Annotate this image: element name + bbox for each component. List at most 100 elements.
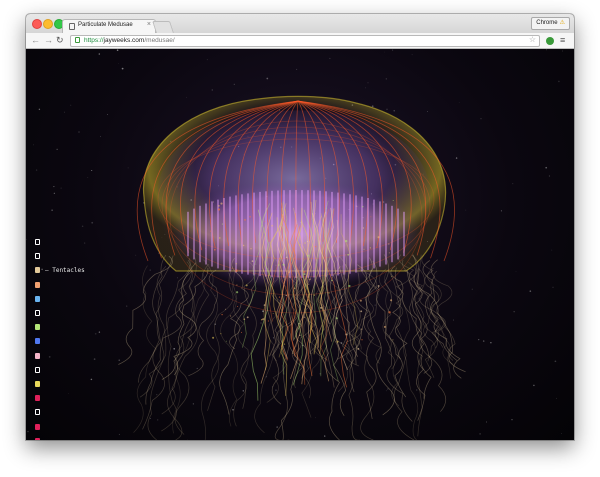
glow-particle <box>347 253 350 256</box>
glow-particle <box>307 254 309 257</box>
glow-particle <box>362 206 364 208</box>
gui-toggle[interactable] <box>35 437 40 440</box>
gui-control[interactable]: — Tentacles <box>35 266 85 274</box>
particle <box>118 433 120 435</box>
glow-particle <box>278 296 281 298</box>
particle <box>242 390 245 392</box>
glow-particle <box>283 343 286 345</box>
particle <box>346 306 348 308</box>
glow-particle <box>288 271 290 274</box>
menu-icon[interactable]: ≡ <box>560 34 565 46</box>
gui-toggle[interactable] <box>35 381 40 387</box>
particle <box>455 157 458 159</box>
particle <box>296 68 298 70</box>
particle <box>548 175 550 177</box>
glow-particle <box>348 284 351 288</box>
profile-button[interactable]: Chrome ⚠ <box>531 17 570 30</box>
particle <box>91 169 93 172</box>
particle <box>156 394 158 396</box>
gui-control[interactable] <box>35 337 40 345</box>
particle <box>511 419 513 421</box>
glow-particle <box>388 311 391 314</box>
gui-toggle[interactable] <box>35 409 40 416</box>
gui-toggle[interactable] <box>35 239 40 245</box>
particle <box>465 209 467 211</box>
close-window-button[interactable] <box>32 19 42 29</box>
gui-toggle[interactable] <box>35 310 40 316</box>
particle <box>416 389 418 391</box>
glow-particle <box>356 206 358 207</box>
glow-particle <box>319 306 323 309</box>
particle <box>533 384 535 387</box>
particle <box>367 82 369 84</box>
particle <box>371 105 374 108</box>
gui-control[interactable] <box>35 366 40 374</box>
gui-control[interactable] <box>35 281 40 289</box>
glow-particle <box>363 248 365 250</box>
glow-particle <box>209 230 212 232</box>
browser-tab[interactable]: Particulate Medusae × <box>62 19 156 34</box>
gui-control[interactable] <box>35 309 40 317</box>
gui-toggle[interactable] <box>35 395 40 402</box>
glow-particle <box>304 242 306 244</box>
tentacle <box>133 265 157 433</box>
glow-particle <box>293 287 296 290</box>
gui-toggle[interactable] <box>35 253 40 260</box>
gui-toggle[interactable] <box>35 267 40 274</box>
particle <box>211 89 214 91</box>
gui-toggle[interactable] <box>35 366 40 373</box>
jellyfish-scene <box>26 49 563 440</box>
glow-particle <box>282 263 285 266</box>
particle <box>99 135 102 138</box>
gui-control[interactable] <box>35 352 40 360</box>
gui-toggle[interactable] <box>35 338 40 345</box>
gui-toggle[interactable] <box>35 281 40 288</box>
minimize-window-button[interactable] <box>43 19 53 29</box>
particle <box>90 378 93 381</box>
glow-particle <box>390 299 393 302</box>
particle <box>84 242 86 244</box>
tab-close-icon[interactable]: × <box>147 21 151 28</box>
glow-particle <box>361 339 363 341</box>
gui-toggle[interactable] <box>35 423 40 430</box>
particle <box>558 80 560 83</box>
glow-particle <box>218 205 220 207</box>
particle <box>392 49 394 51</box>
gui-control[interactable] <box>35 380 40 388</box>
reload-icon[interactable]: ↻ <box>56 34 64 46</box>
tentacle <box>384 268 419 440</box>
back-arrow-icon[interactable]: ← <box>31 34 40 46</box>
new-tab-button[interactable] <box>152 21 174 33</box>
particle <box>393 110 395 112</box>
particle <box>98 331 101 333</box>
browser-toolbar: ← → ↻ https://jayweeks.com/medusae/ ☆ ≡ <box>26 33 574 49</box>
gui-toggle[interactable] <box>35 352 40 359</box>
url-text[interactable]: https://jayweeks.com/medusae/ <box>84 36 175 46</box>
star-icon[interactable]: ☆ <box>529 35 536 44</box>
webgl-canvas[interactable]: — Tentacles <box>26 49 574 440</box>
gui-control[interactable] <box>35 238 40 246</box>
particle <box>374 304 376 306</box>
glow-particle <box>388 252 390 254</box>
gui-control[interactable] <box>35 323 40 331</box>
glow-particle <box>212 336 215 339</box>
glow-particle <box>308 283 310 285</box>
glow-particle <box>249 215 251 218</box>
forward-arrow-icon[interactable]: → <box>44 34 53 46</box>
gui-toggle[interactable] <box>35 324 40 331</box>
extension-icon[interactable] <box>546 37 554 45</box>
gui-control[interactable] <box>35 408 40 416</box>
gui-control[interactable] <box>35 295 40 303</box>
gui-control[interactable] <box>35 423 40 431</box>
address-bar[interactable]: https://jayweeks.com/medusae/ ☆ <box>70 35 540 47</box>
particle <box>482 340 485 342</box>
gui-toggle[interactable] <box>35 295 40 302</box>
glow-particle <box>362 227 364 229</box>
tentacle <box>388 270 415 440</box>
particle <box>93 358 96 360</box>
gui-control[interactable] <box>35 437 40 440</box>
particle <box>196 367 198 369</box>
glow-particle <box>328 292 330 294</box>
gui-control[interactable] <box>35 394 40 402</box>
gui-control[interactable] <box>35 252 40 260</box>
